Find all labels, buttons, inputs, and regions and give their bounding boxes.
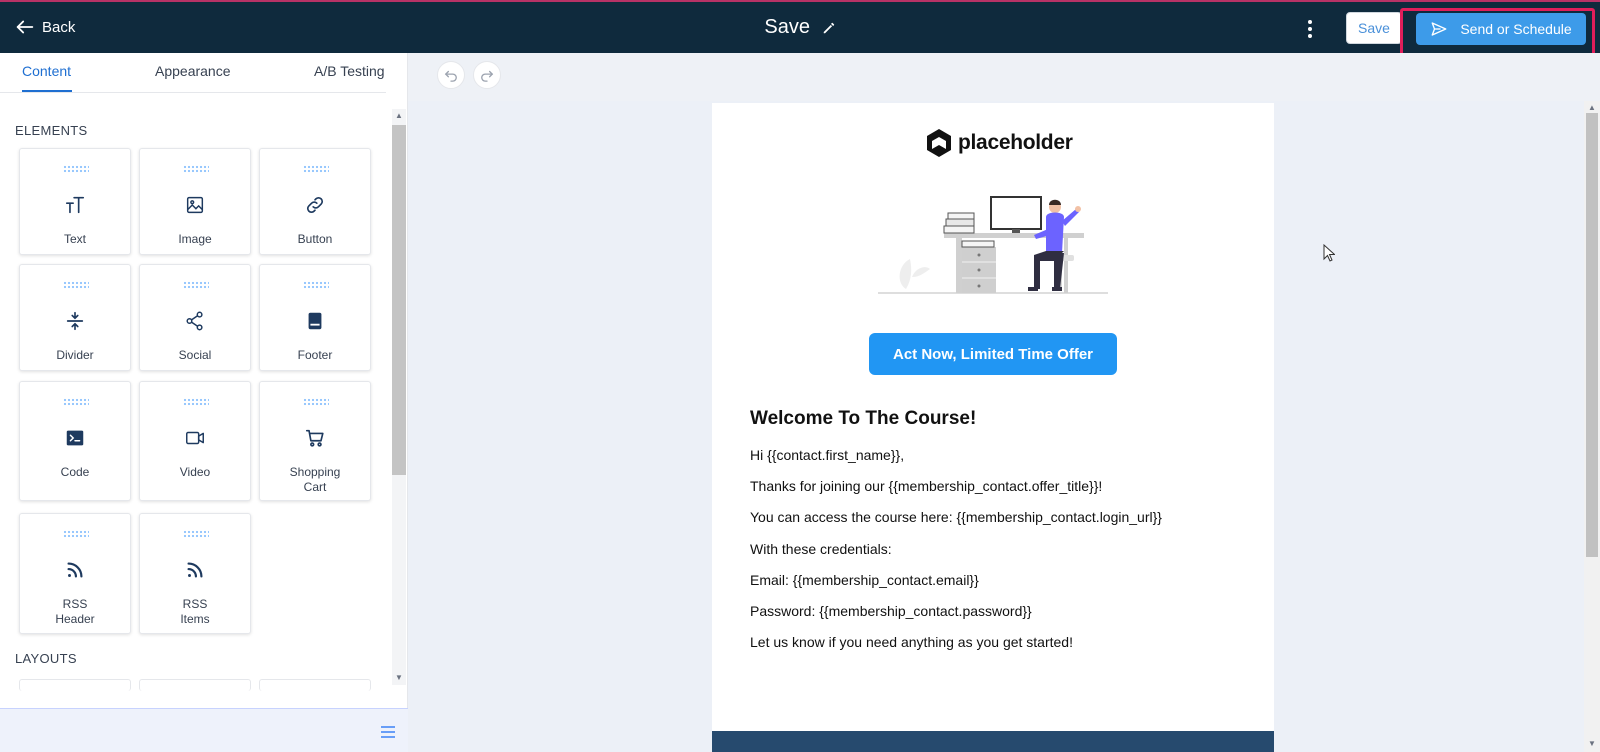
pencil-icon[interactable]	[822, 21, 836, 35]
element-card-social[interactable]: Social	[139, 264, 251, 371]
canvas-toolbar	[408, 53, 1600, 101]
element-label: Video	[179, 465, 211, 479]
send-icon	[1431, 22, 1447, 36]
canvas-scrollbar-thumb[interactable]	[1586, 113, 1598, 557]
email-footer-band	[712, 731, 1274, 752]
email-line: You can access the course here: {{member…	[750, 509, 1162, 525]
drag-handle-icon	[63, 281, 89, 289]
drag-handle-icon	[183, 398, 209, 406]
more-options-icon[interactable]	[1300, 18, 1320, 40]
element-label: Social	[178, 348, 212, 362]
undo-button[interactable]	[437, 61, 465, 89]
element-card-text[interactable]: Text	[19, 148, 131, 255]
tab-appearance[interactable]: Appearance	[155, 63, 231, 79]
email-line: Let us know if you need anything as you …	[750, 634, 1073, 650]
drag-handle-icon	[63, 398, 89, 406]
undo-icon	[444, 70, 457, 82]
video-icon	[186, 431, 204, 445]
element-label: Divider	[56, 348, 94, 362]
element-card-rss-header[interactable]: RSS Header	[19, 513, 131, 634]
text-icon	[65, 196, 85, 214]
email-heading: Welcome To The Course!	[750, 408, 977, 429]
element-card-shopping-cart[interactable]: Shopping Cart	[259, 381, 371, 501]
page-title[interactable]: Save	[764, 16, 810, 39]
element-card-footer[interactable]: Footer	[259, 264, 371, 371]
drag-handle-icon	[303, 398, 329, 406]
layout-card[interactable]	[259, 679, 371, 691]
email-line: With these credentials:	[750, 541, 892, 557]
share-icon	[186, 311, 203, 331]
left-scrollbar-thumb[interactable]	[392, 125, 406, 475]
cta-button[interactable]: Act Now, Limited Time Offer	[869, 333, 1117, 375]
drag-handle-icon	[183, 165, 209, 173]
layout-card[interactable]	[139, 679, 251, 691]
drag-handle-icon	[63, 165, 89, 173]
redo-button[interactable]	[473, 61, 501, 89]
email-line: Password: {{membership_contact.password}…	[750, 603, 1032, 619]
element-card-button[interactable]: Button	[259, 148, 371, 255]
email-line: Thanks for joining our {{membership_cont…	[750, 478, 1103, 494]
layout-card[interactable]	[19, 679, 131, 691]
tab-ab-testing[interactable]: A/B Testing	[314, 63, 385, 79]
scroll-up-icon[interactable]: ▲	[1586, 103, 1598, 113]
drag-handle-icon	[183, 281, 209, 289]
drag-handle-icon	[303, 281, 329, 289]
element-card-divider[interactable]: Divider	[19, 264, 131, 371]
menu-icon[interactable]	[380, 725, 396, 739]
send-or-schedule-button[interactable]: Send or Schedule	[1416, 13, 1586, 45]
desk-illustration	[878, 196, 1108, 294]
tab-content[interactable]: Content	[22, 63, 71, 79]
element-label: Code	[60, 465, 90, 479]
cart-icon	[305, 429, 324, 447]
scroll-up-icon[interactable]: ▲	[394, 111, 404, 121]
element-card-video[interactable]: Video	[139, 381, 251, 501]
left-panel: Content Appearance A/B Testing ELEMENTS …	[0, 53, 408, 752]
element-card-image[interactable]: Image	[139, 148, 251, 255]
email-preview[interactable]: placeholder Act Now, Limited Time Offer …	[712, 103, 1274, 752]
editor-canvas: placeholder Act Now, Limited Time Offer …	[408, 53, 1600, 752]
element-label: Button	[297, 232, 333, 246]
top-bar: Back Save Save Send or Schedule	[0, 0, 1600, 58]
element-label: RSS Header	[55, 597, 95, 626]
drag-handle-icon	[303, 165, 329, 173]
element-label: Shopping Cart	[289, 465, 341, 494]
layouts-heading: LAYOUTS	[15, 651, 77, 666]
footer-icon	[308, 312, 322, 330]
element-label: Image	[178, 232, 212, 246]
send-label: Send or Schedule	[1460, 21, 1572, 37]
logo-text: placeholder	[958, 131, 1073, 154]
email-logo: placeholder	[924, 127, 1073, 159]
panel-footer	[0, 708, 408, 752]
drag-handle-icon	[63, 530, 89, 538]
rss-icon	[187, 562, 203, 578]
scroll-down-icon[interactable]: ▼	[394, 673, 404, 683]
mouse-cursor-icon	[1323, 244, 1335, 262]
image-icon	[186, 196, 204, 214]
active-tab-indicator	[22, 90, 72, 92]
element-label: Footer	[297, 348, 333, 362]
drag-handle-icon	[183, 530, 209, 538]
logo-mark-icon	[927, 129, 951, 157]
code-icon	[66, 430, 84, 446]
element-label: Text	[63, 232, 86, 246]
scroll-down-icon[interactable]: ▼	[1586, 739, 1598, 749]
element-card-rss-items[interactable]: RSS Items	[139, 513, 251, 634]
rss-icon	[67, 562, 83, 578]
divider-icon	[66, 311, 84, 331]
elements-heading: ELEMENTS	[15, 123, 88, 138]
element-label: RSS Items	[180, 597, 210, 626]
email-line: Hi {{contact.first_name}},	[750, 447, 905, 463]
email-line: Email: {{membership_contact.email}}	[750, 572, 979, 588]
save-button[interactable]: Save	[1346, 12, 1402, 44]
link-icon	[306, 196, 324, 214]
panel-tabs: Content Appearance A/B Testing	[0, 53, 386, 93]
redo-icon	[481, 70, 494, 82]
element-card-code[interactable]: Code	[19, 381, 131, 501]
